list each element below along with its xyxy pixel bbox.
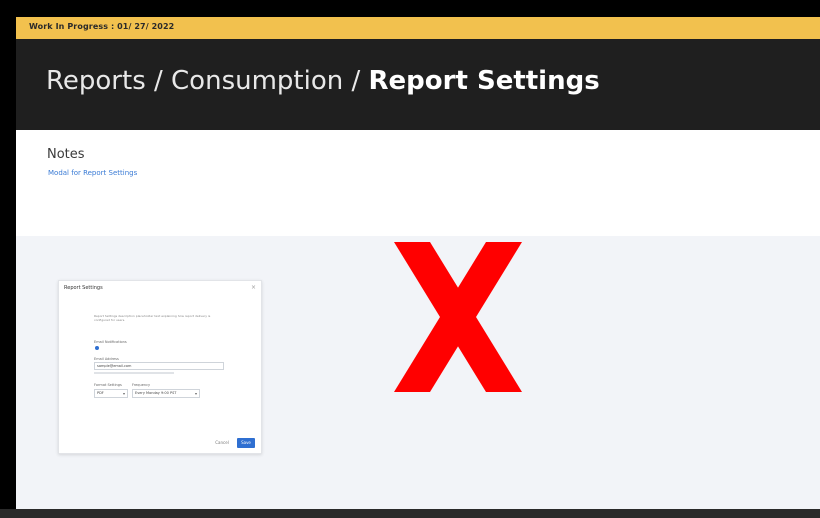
- format-value: PDF: [97, 391, 104, 395]
- chevron-down-icon: ▾: [122, 391, 125, 396]
- page-title: Report Settings: [368, 66, 600, 96]
- frequency-label: Frequency: [132, 383, 151, 387]
- email-notifications-label: Email Notifications: [94, 340, 127, 344]
- email-hint: [94, 372, 174, 374]
- email-notifications-radio[interactable]: [95, 346, 99, 350]
- banner-text: Work In Progress : 01/ 27/ 2022: [29, 22, 175, 31]
- breadcrumb-item-reports[interactable]: Reports: [46, 66, 146, 96]
- breadcrumb: Reports / Consumption / Report Settings: [46, 66, 600, 96]
- frequency-value: Every Monday 9:00 PST: [135, 391, 177, 395]
- format-select[interactable]: PDF ▾: [94, 389, 128, 398]
- modal-title: Report Settings: [64, 285, 103, 291]
- work-in-progress-banner: Work In Progress : 01/ 27/ 2022: [16, 17, 820, 39]
- report-settings-modal-preview: Report Settings × Report Settings descri…: [58, 280, 262, 454]
- breadcrumb-separator: /: [343, 66, 369, 96]
- email-label: Email Address: [94, 357, 119, 361]
- format-label: Format Settings: [94, 383, 122, 387]
- cancel-button[interactable]: Cancel: [211, 438, 233, 447]
- close-icon[interactable]: ×: [251, 284, 256, 291]
- bottom-strip: [0, 509, 820, 518]
- breadcrumb-separator: /: [145, 66, 172, 96]
- red-x-mark-icon: [394, 242, 522, 392]
- page-header: Reports / Consumption / Report Settings: [16, 39, 820, 130]
- notes-link[interactable]: Modal for Report Settings: [48, 169, 137, 177]
- save-button[interactable]: Save: [237, 438, 255, 448]
- chevron-down-icon: ▾: [194, 391, 197, 396]
- breadcrumb-item-consumption[interactable]: Consumption: [171, 66, 343, 96]
- modal-description: Report Settings description placeholder …: [94, 314, 211, 322]
- frequency-select[interactable]: Every Monday 9:00 PST ▾: [132, 389, 200, 398]
- notes-title: Notes: [47, 147, 85, 162]
- email-field[interactable]: sample@email.com: [94, 362, 224, 370]
- notes-section: Notes Modal for Report Settings: [16, 130, 820, 236]
